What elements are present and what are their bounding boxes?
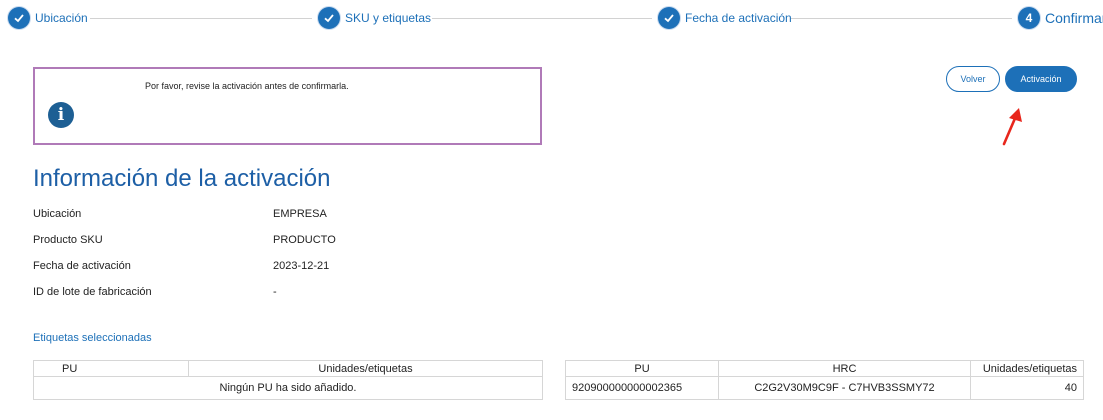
step-label: Ubicación: [35, 11, 88, 25]
detail-value: 2023-12-21: [273, 260, 330, 272]
table-row[interactable]: 920900000000002365 C2G2V30M9C9F - C7HVB3…: [565, 376, 1084, 400]
back-button[interactable]: Volver: [946, 66, 1000, 92]
step-connector: [432, 18, 652, 19]
hrc-labels-table: PU HRC Unidades/etiquetas 92090000000000…: [565, 360, 1084, 400]
selected-labels-heading: Etiquetas seleccionadas: [33, 332, 152, 344]
table-row: Ningún PU ha sido añadido.: [33, 376, 543, 400]
step-connector: [790, 18, 1012, 19]
step-number: 4: [1018, 7, 1040, 29]
step-confirmar[interactable]: 4 Confirmar: [1018, 6, 1103, 30]
detail-label: Producto SKU: [33, 234, 103, 246]
review-info-box: Por favor, revise la activación antes de…: [33, 67, 542, 145]
check-icon: [658, 7, 680, 29]
detail-label: ID de lote de fabricación: [33, 286, 152, 298]
step-label: Confirmar: [1045, 10, 1103, 26]
page-title: Información de la activación: [33, 165, 331, 192]
check-icon: [318, 7, 340, 29]
detail-label: Fecha de activación: [33, 260, 131, 272]
step-label: SKU y etiquetas: [345, 11, 432, 25]
detail-value: -: [273, 286, 277, 298]
table-cell: 40: [970, 376, 1084, 400]
annotation-arrow-icon: [1002, 108, 1022, 146]
column-header: PU: [33, 360, 189, 377]
step-label: Fecha de activación: [685, 11, 792, 25]
detail-value: EMPRESA: [273, 208, 327, 220]
activate-button[interactable]: Activación: [1005, 66, 1077, 92]
selected-pu-table: PU Unidades/etiquetas Ningún PU ha sido …: [33, 360, 543, 400]
column-header: HRC: [718, 360, 971, 377]
check-icon: [8, 7, 30, 29]
info-message: Por favor, revise la activación antes de…: [145, 81, 349, 91]
step-sku-etiquetas[interactable]: SKU y etiquetas: [318, 6, 431, 30]
table-header-row: PU Unidades/etiquetas: [33, 360, 543, 377]
step-ubicacion[interactable]: Ubicación: [8, 6, 88, 30]
table-header-row: PU HRC Unidades/etiquetas: [565, 360, 1084, 377]
table-cell: C2G2V30M9C9F - C7HVB3SSMY72: [718, 376, 971, 400]
info-icon: i: [48, 102, 74, 128]
empty-table-message: Ningún PU ha sido añadido.: [33, 376, 543, 400]
detail-label: Ubicación: [33, 208, 82, 220]
progress-stepper: Ubicación SKU y etiquetas Fecha de activ…: [0, 0, 1103, 38]
table-cell: 920900000000002365: [565, 376, 719, 400]
column-header: PU: [565, 360, 719, 377]
step-connector: [90, 18, 312, 19]
detail-value: PRODUCTO: [273, 234, 336, 246]
column-header: Unidades/etiquetas: [970, 360, 1084, 377]
column-header: Unidades/etiquetas: [188, 360, 543, 377]
step-fecha-activacion[interactable]: Fecha de activación: [658, 6, 792, 30]
